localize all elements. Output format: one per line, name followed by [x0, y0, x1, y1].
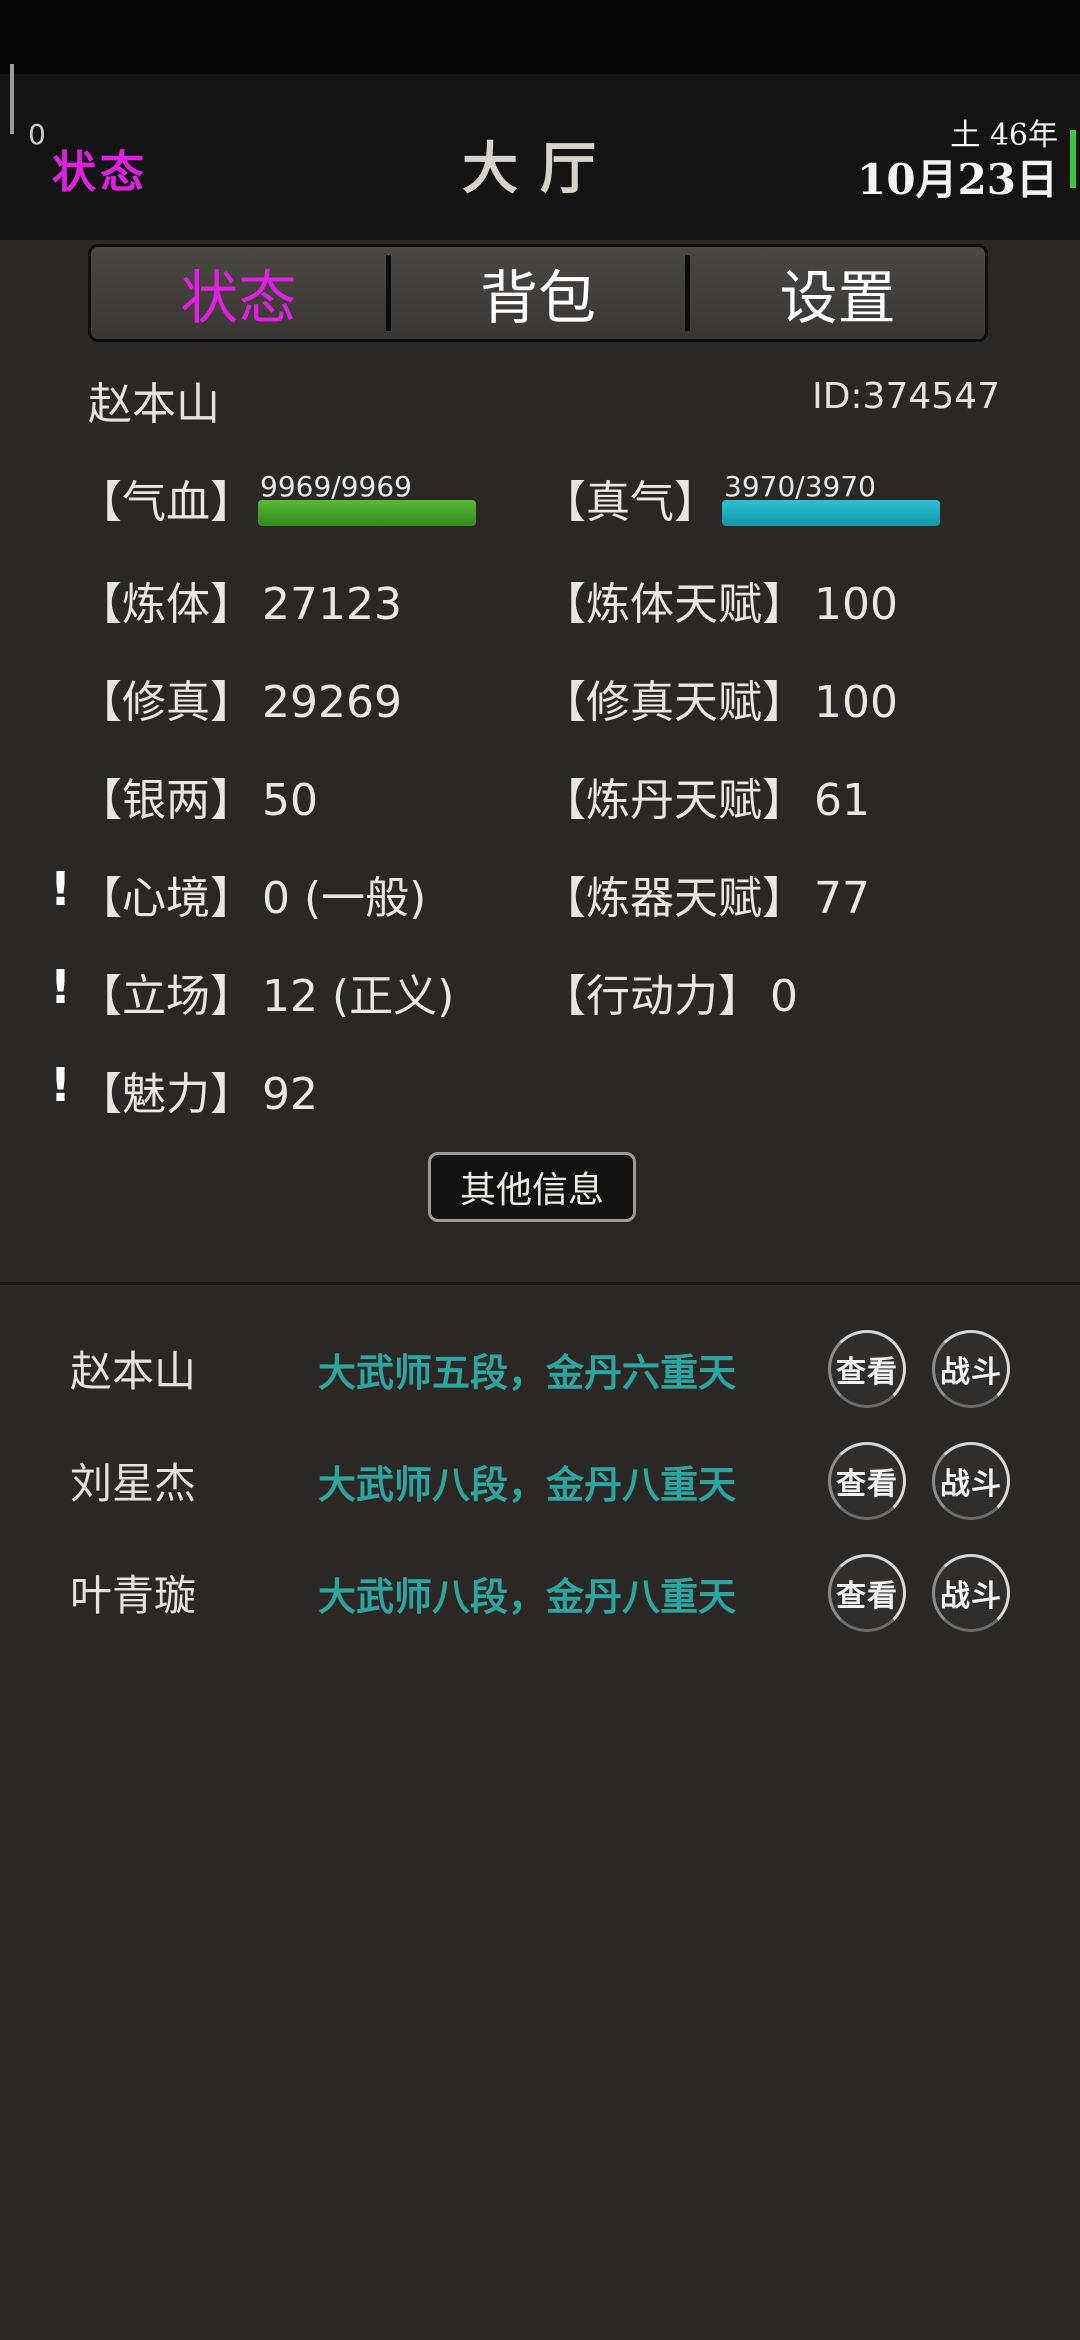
stat-key: 【炼器天赋】 [542, 873, 806, 924]
stat-value: 77 [814, 873, 870, 924]
stat-value: 29269 [262, 677, 402, 728]
player-rank: 大武师五段，金丹六重天 [318, 1351, 737, 1395]
hp-bar-group: 9969/9969 [258, 470, 476, 526]
player-rank: 大武师八段，金丹八重天 [318, 1463, 737, 1507]
stat-key: 【炼体】 [78, 579, 254, 630]
stat-value: 50 [262, 775, 318, 826]
view-button[interactable]: 查看 [828, 1442, 906, 1520]
stat-cultivation-talent: 【修真天赋】 100 [542, 666, 898, 730]
player-name: 叶青璇 [70, 1571, 197, 1620]
section-divider [0, 1282, 1080, 1285]
main-tabs: 状态 背包 设置 [88, 244, 988, 342]
player-rank: 大武师八段，金丹八重天 [318, 1575, 737, 1619]
stat-key: 【魅力】 [78, 1069, 254, 1120]
stat-key: 【行动力】 [542, 971, 762, 1022]
mp-bar-group: 3970/3970 [722, 470, 940, 526]
character-name: 赵本山 [88, 379, 220, 430]
stat-mood: 【心境】 0 (一般) [78, 862, 426, 926]
system-status-bar [0, 0, 1080, 74]
fight-button[interactable]: 战斗 [932, 1330, 1010, 1408]
stat-key: 【立场】 [78, 971, 254, 1022]
alert-mark-icon[interactable]: ! [50, 862, 71, 916]
stat-cultivation: 【修真】 29269 [78, 666, 402, 730]
fight-button[interactable]: 战斗 [932, 1554, 1010, 1632]
alert-mark-icon[interactable]: ! [50, 960, 71, 1014]
player-name: 赵本山 [70, 1347, 197, 1396]
player-name: 刘星杰 [70, 1459, 197, 1508]
stat-value: 100 [814, 579, 898, 630]
stat-value: 0 (一般) [262, 873, 427, 924]
other-info-button[interactable]: 其他信息 [428, 1152, 636, 1222]
stat-stance: 【立场】 12 (正义) [78, 960, 454, 1024]
tab-backpack[interactable]: 背包 [391, 247, 686, 339]
stat-body-refining: 【炼体】 27123 [78, 568, 402, 632]
stat-key: 【炼体天赋】 [542, 579, 806, 630]
stat-value: 27123 [262, 579, 402, 630]
stat-key: 【银两】 [78, 775, 254, 826]
character-id: ID:374547 [812, 376, 1000, 417]
hp-value: 9969/9969 [260, 470, 412, 503]
stat-silver: 【银两】 50 [78, 764, 318, 828]
stat-forging-talent: 【炼器天赋】 77 [542, 862, 870, 926]
list-item: 赵本山 大武师五段，金丹六重天 查看 战斗 [0, 1330, 1080, 1410]
list-item: 刘星杰 大武师八段，金丹八重天 查看 战斗 [0, 1442, 1080, 1522]
mp-value: 3970/3970 [724, 470, 876, 503]
stat-value: 92 [262, 1069, 318, 1120]
stat-key: 【炼丹天赋】 [542, 775, 806, 826]
list-item: 叶青璇 大武师八段，金丹八重天 查看 战斗 [0, 1554, 1080, 1634]
stat-key: 【心境】 [78, 873, 254, 924]
view-button[interactable]: 查看 [828, 1330, 906, 1408]
tab-settings[interactable]: 设置 [690, 247, 985, 339]
stat-key: 【修真】 [78, 677, 254, 728]
tab-status[interactable]: 状态 [91, 247, 386, 339]
stat-value: 100 [814, 677, 898, 728]
top-header: 0 状态 大厅 土 46年 10月23日 [0, 64, 1080, 240]
date-month-day: 10月23日 [857, 155, 1058, 204]
stat-alchemy-talent: 【炼丹天赋】 61 [542, 764, 870, 828]
stat-charm: 【魅力】 92 [78, 1058, 318, 1122]
stat-value: 0 [770, 971, 798, 1022]
alert-mark-icon[interactable]: ! [50, 1058, 71, 1112]
stat-value: 61 [814, 775, 870, 826]
hp-bar [258, 500, 476, 526]
stat-key: 【修真天赋】 [542, 677, 806, 728]
stat-body-talent: 【炼体天赋】 100 [542, 568, 898, 632]
fight-button[interactable]: 战斗 [932, 1442, 1010, 1520]
header-green-indicator [1070, 130, 1076, 188]
stat-value: 12 (正义) [262, 971, 455, 1022]
stat-key: 【气血】 [78, 477, 254, 528]
view-button[interactable]: 查看 [828, 1554, 906, 1632]
stat-hp-label: 【气血】 [78, 466, 254, 530]
stat-action-points: 【行动力】 0 [542, 960, 798, 1024]
stat-mp-label: 【真气】 [542, 466, 718, 530]
stat-key: 【真气】 [542, 477, 718, 528]
mp-bar [722, 500, 940, 526]
